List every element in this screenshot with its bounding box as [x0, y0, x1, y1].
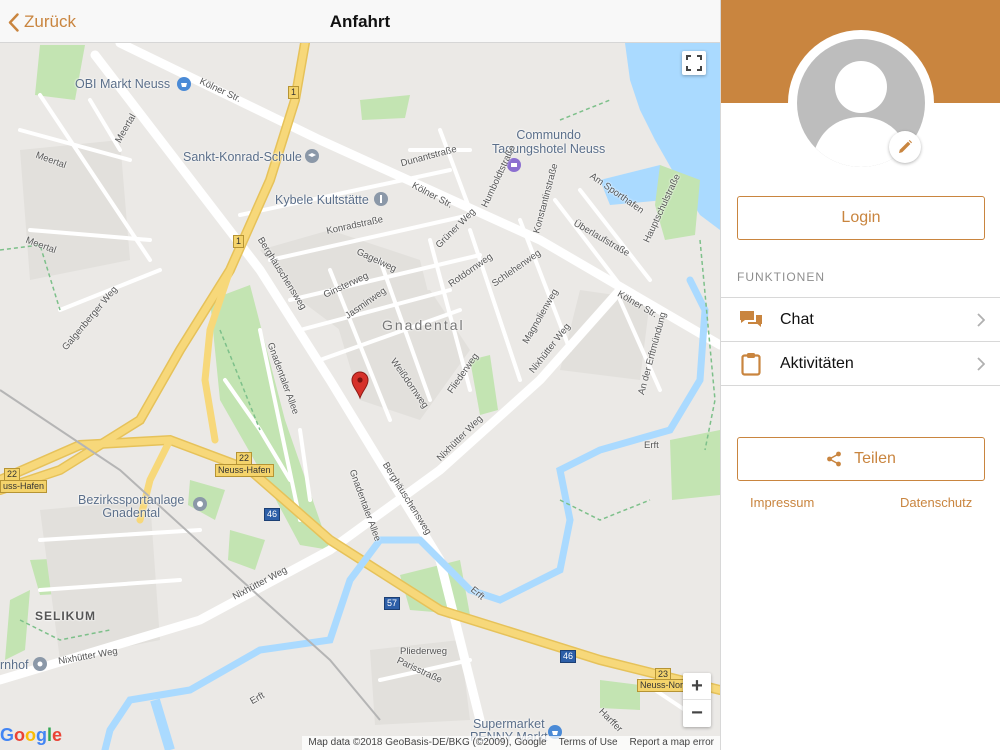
poi-label[interactable]: OBI Markt Neuss [75, 77, 170, 91]
road-shield: 46 [264, 508, 281, 521]
poi-label[interactable]: Bezirkssportanlage Gnadental [78, 494, 184, 520]
park-area [35, 45, 85, 100]
side-panel: Login FUNKTIONEN Chat Aktivitäten Teilen… [720, 0, 1000, 750]
share-button-label: Teilen [854, 450, 896, 467]
share-button[interactable]: Teilen [737, 437, 985, 481]
map-attribution: Map data ©2018 GeoBasis-DE/BKG (©2009), … [302, 736, 720, 750]
sports-icon[interactable] [193, 497, 207, 514]
poi-label[interactable]: rnhof [0, 658, 29, 672]
exit-shield: uss-Hafen [0, 480, 48, 493]
road-shield: 57 [384, 597, 401, 610]
street-label: Erft [644, 440, 659, 451]
park-area [670, 430, 720, 500]
navigation-bar: Zurück Anfahrt [0, 0, 720, 43]
map-pane: Zurück Anfahrt OBI Markt Neuss Commundo … [0, 0, 720, 750]
district-label: Gnadental [382, 317, 465, 333]
imprint-link[interactable]: Impressum [750, 495, 814, 510]
park-area [228, 530, 265, 570]
chat-icon [739, 309, 763, 331]
menu-item-chat[interactable]: Chat [721, 297, 1000, 341]
zoom-in-button[interactable]: + [683, 673, 711, 700]
fullscreen-button[interactable] [682, 51, 706, 75]
page-title: Anfahrt [329, 12, 391, 31]
terms-of-use-link[interactable]: Terms of Use [559, 737, 618, 749]
place-of-worship-icon[interactable] [374, 192, 388, 209]
poi-label[interactable]: Kybele Kultstätte [275, 193, 369, 207]
report-map-error-link[interactable]: Report a map error [630, 737, 714, 749]
chevron-right-icon [977, 356, 985, 371]
share-icon [827, 451, 841, 467]
section-header: FUNKTIONEN [737, 270, 825, 284]
menu-item-label: Aktivitäten [780, 354, 854, 372]
road-shield: 1 [288, 86, 300, 99]
park-area [5, 590, 30, 660]
zoom-control: + − [683, 673, 711, 727]
zoom-out-button[interactable]: − [683, 700, 711, 727]
street-label: Pliederweg [400, 646, 447, 657]
fullscreen-icon [686, 55, 702, 71]
edit-avatar-button[interactable] [889, 131, 921, 163]
clipboard-icon [739, 352, 763, 376]
park-area [600, 680, 640, 710]
road-shield: 1 [233, 235, 245, 248]
login-button[interactable]: Login [737, 196, 985, 240]
chevron-right-icon [977, 312, 985, 327]
menu-item-label: Chat [780, 310, 814, 328]
google-logo[interactable]: Google [0, 725, 62, 746]
pencil-icon [899, 140, 912, 153]
exit-shield: Neuss-Hafen [215, 464, 274, 477]
exit-shield: Neuss-Nor [637, 679, 687, 692]
map-data-text: Map data ©2018 GeoBasis-DE/BKG (©2009), … [308, 737, 547, 748]
map[interactable]: OBI Markt Neuss Commundo Tagungshotel Ne… [0, 43, 720, 750]
water-canal [150, 698, 175, 750]
road-shield: 46 [560, 650, 577, 663]
place-icon[interactable] [33, 657, 47, 674]
shopping-icon[interactable] [177, 77, 191, 94]
district-label: SELIKUM [35, 609, 96, 623]
menu-item-activities[interactable]: Aktivitäten [721, 341, 1000, 386]
poi-label[interactable]: Sankt-Konrad-Schule [183, 150, 302, 164]
privacy-link[interactable]: Datenschutz [900, 495, 972, 510]
park-area [360, 95, 410, 120]
school-icon[interactable] [305, 149, 319, 166]
map-canvas[interactable] [0, 43, 720, 750]
